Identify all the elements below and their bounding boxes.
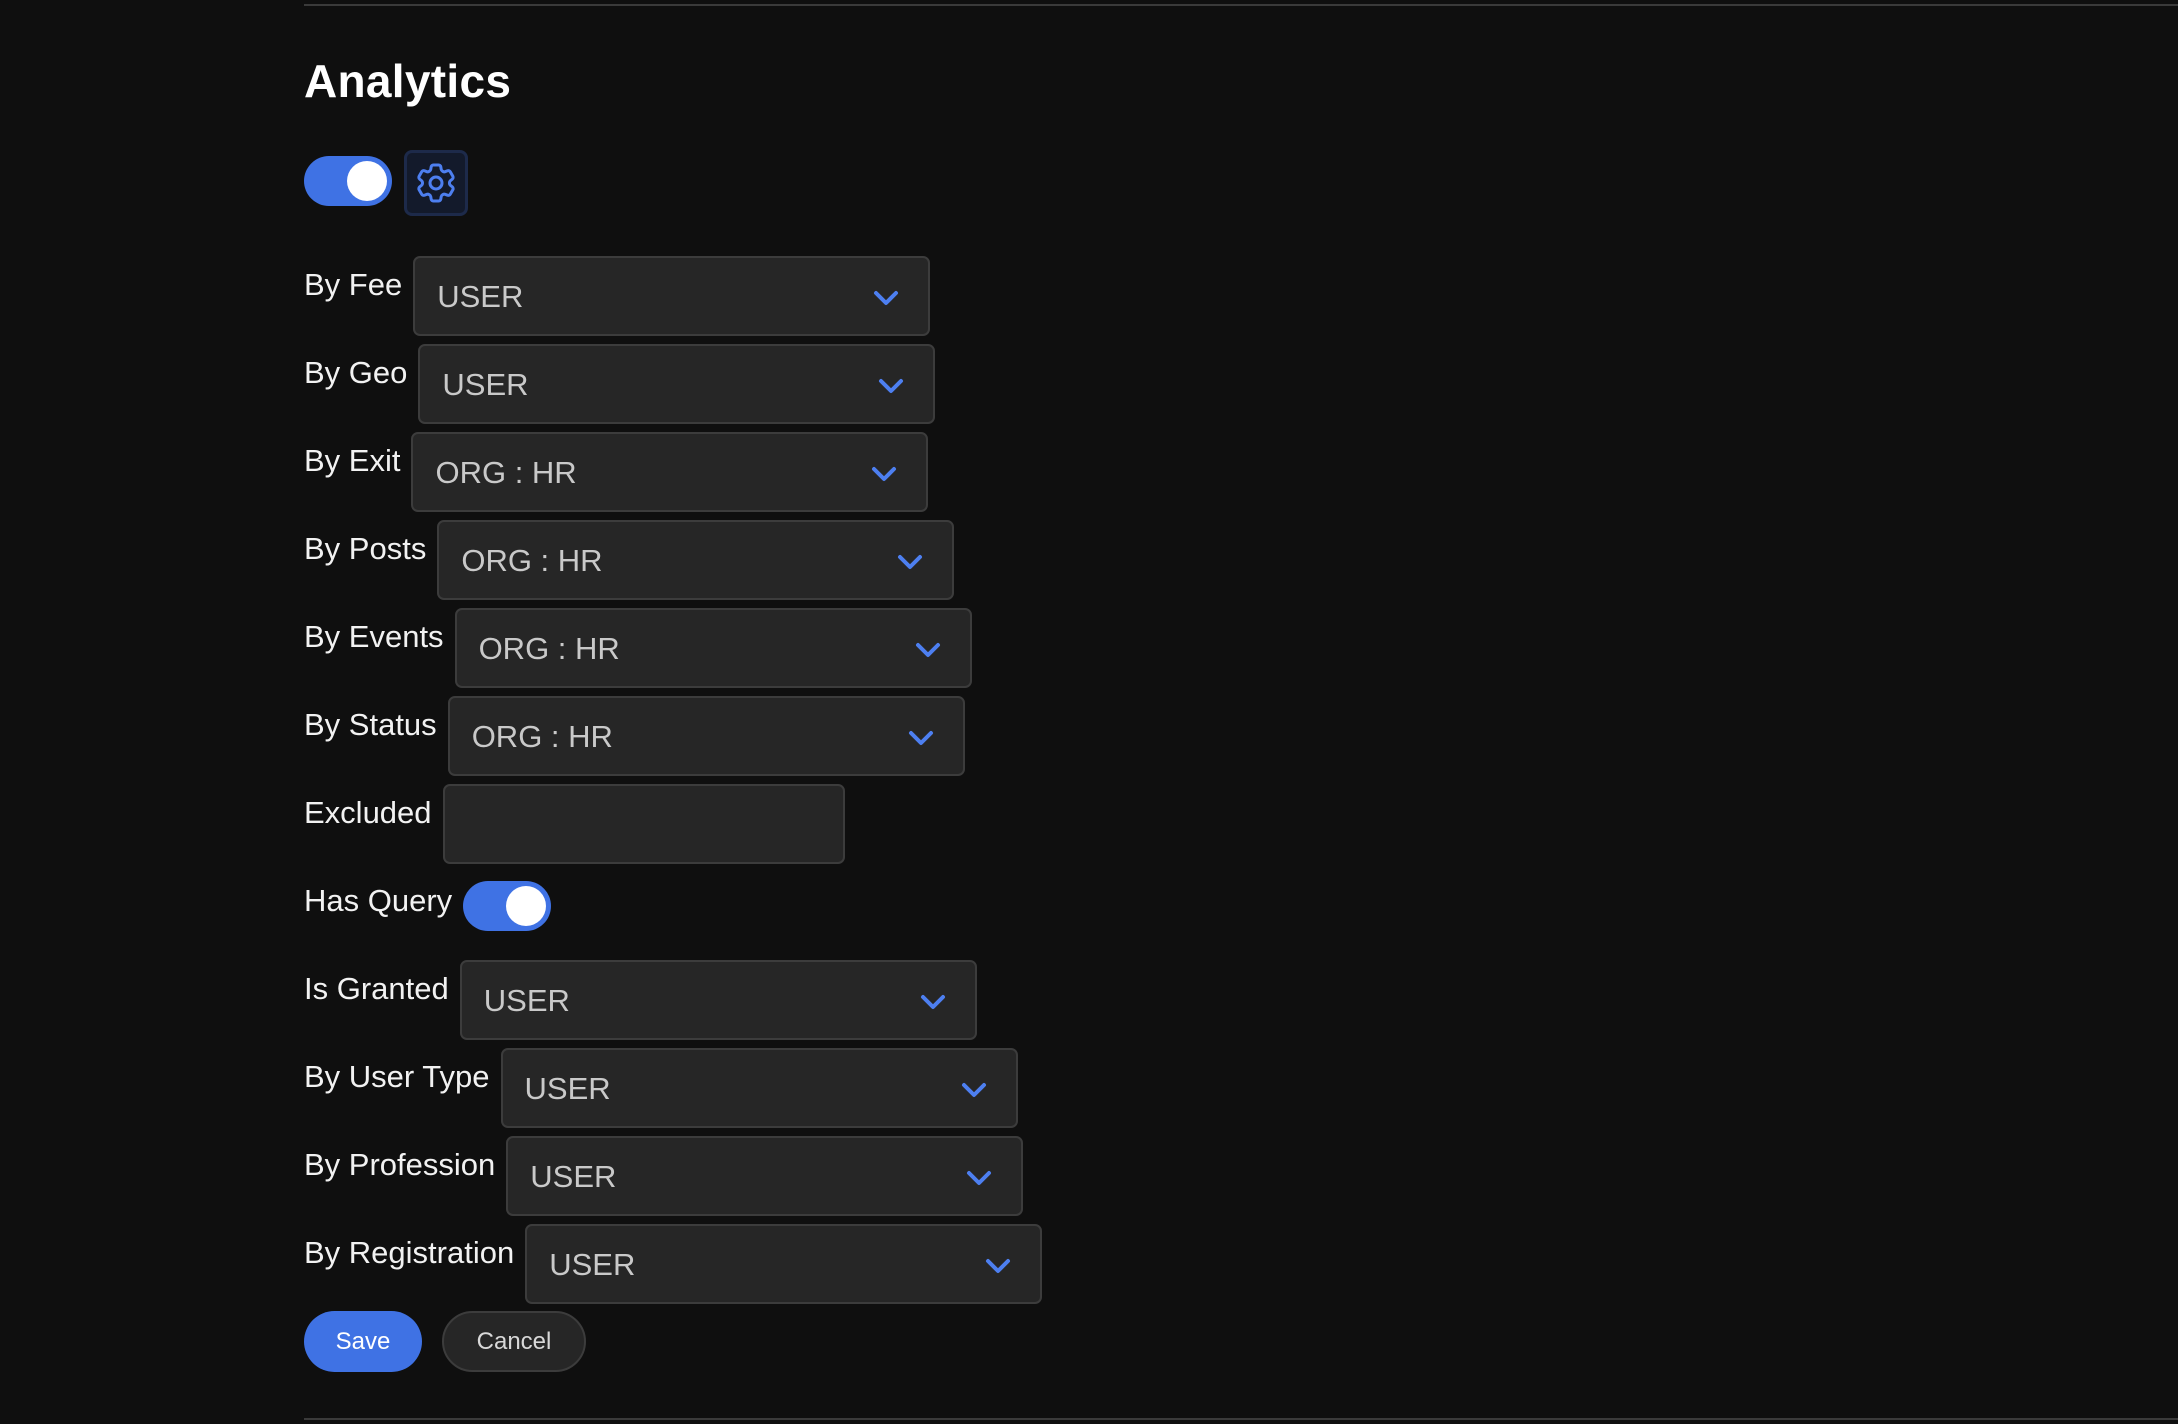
by-fee-select[interactable]: USER <box>413 256 931 336</box>
select-value: USER <box>549 1247 636 1282</box>
has-query-toggle[interactable] <box>463 881 552 931</box>
field-row-by-exit: By Exit ORG : HR <box>304 432 929 512</box>
field-row-by-user-type: By User Type USER <box>304 1048 1018 1128</box>
settings-button[interactable] <box>404 150 468 216</box>
chevron-down-icon <box>908 731 933 745</box>
chevron-down-icon <box>874 291 899 305</box>
select-value: USER <box>483 983 570 1018</box>
field-label: By Events <box>304 619 444 654</box>
field-row-has-query: Has Query <box>304 872 552 931</box>
select-value: USER <box>442 367 529 402</box>
by-posts-select[interactable]: ORG : HR <box>437 520 955 600</box>
chevron-down-icon <box>915 643 940 657</box>
is-granted-select[interactable]: USER <box>459 960 977 1040</box>
bottom-divider <box>304 1418 2178 1420</box>
field-label: By Geo <box>304 355 408 390</box>
by-profession-select[interactable]: USER <box>506 1136 1024 1216</box>
section-title: Analytics <box>304 55 512 107</box>
field-row-by-profession: By Profession USER <box>304 1136 1024 1216</box>
field-row-by-registration: By Registration USER <box>304 1224 1043 1304</box>
by-geo-select[interactable]: USER <box>418 344 936 424</box>
field-row-by-fee: By Fee USER <box>304 256 931 336</box>
field-label: By Profession <box>304 1147 496 1182</box>
chevron-down-icon <box>986 1259 1011 1273</box>
select-value: ORG : HR <box>471 719 613 754</box>
top-divider <box>304 4 2178 6</box>
field-label: By Status <box>304 707 437 742</box>
toggle-knob <box>347 161 387 201</box>
chevron-down-icon <box>967 1171 992 1185</box>
chevron-down-icon <box>920 995 945 1009</box>
field-row-by-posts: By Posts ORG : HR <box>304 520 955 600</box>
field-label: By User Type <box>304 1059 490 1094</box>
field-row-by-geo: By Geo USER <box>304 344 936 424</box>
field-row-excluded: Excluded <box>304 784 845 864</box>
select-value: ORG : HR <box>461 543 603 578</box>
chevron-down-icon <box>872 467 897 481</box>
cancel-button[interactable]: Cancel <box>442 1311 586 1372</box>
by-events-select[interactable]: ORG : HR <box>454 608 972 688</box>
by-registration-select[interactable]: USER <box>525 1224 1043 1304</box>
gear-icon <box>417 163 455 203</box>
field-row-by-events: By Events ORG : HR <box>304 608 972 688</box>
by-status-select[interactable]: ORG : HR <box>447 696 965 776</box>
select-value: ORG : HR <box>435 455 577 490</box>
analytics-enabled-toggle[interactable] <box>304 156 392 206</box>
select-value: USER <box>524 1071 611 1106</box>
field-row-by-status: By Status ORG : HR <box>304 696 965 776</box>
chevron-down-icon <box>898 555 923 569</box>
save-button[interactable]: Save <box>304 1311 422 1372</box>
analytics-settings-page: Analytics By Fee USER By Geo USER By Exi… <box>0 0 2178 1424</box>
field-label: Excluded <box>304 795 432 830</box>
by-user-type-select[interactable]: USER <box>500 1048 1018 1128</box>
field-label: By Fee <box>304 267 403 302</box>
excluded-input[interactable] <box>442 784 845 864</box>
field-label: Has Query <box>304 883 453 918</box>
field-label: By Posts <box>304 531 427 566</box>
select-value: USER <box>437 279 524 314</box>
by-exit-select[interactable]: ORG : HR <box>411 432 929 512</box>
chevron-down-icon <box>961 1083 986 1097</box>
toggle-knob <box>506 886 547 926</box>
field-label: Is Granted <box>304 971 449 1006</box>
field-label: By Exit <box>304 443 401 478</box>
chevron-down-icon <box>879 379 904 393</box>
select-value: ORG : HR <box>478 631 620 666</box>
field-row-is-granted: Is Granted USER <box>304 960 977 1040</box>
field-label: By Registration <box>304 1235 515 1270</box>
select-value: USER <box>530 1159 617 1194</box>
